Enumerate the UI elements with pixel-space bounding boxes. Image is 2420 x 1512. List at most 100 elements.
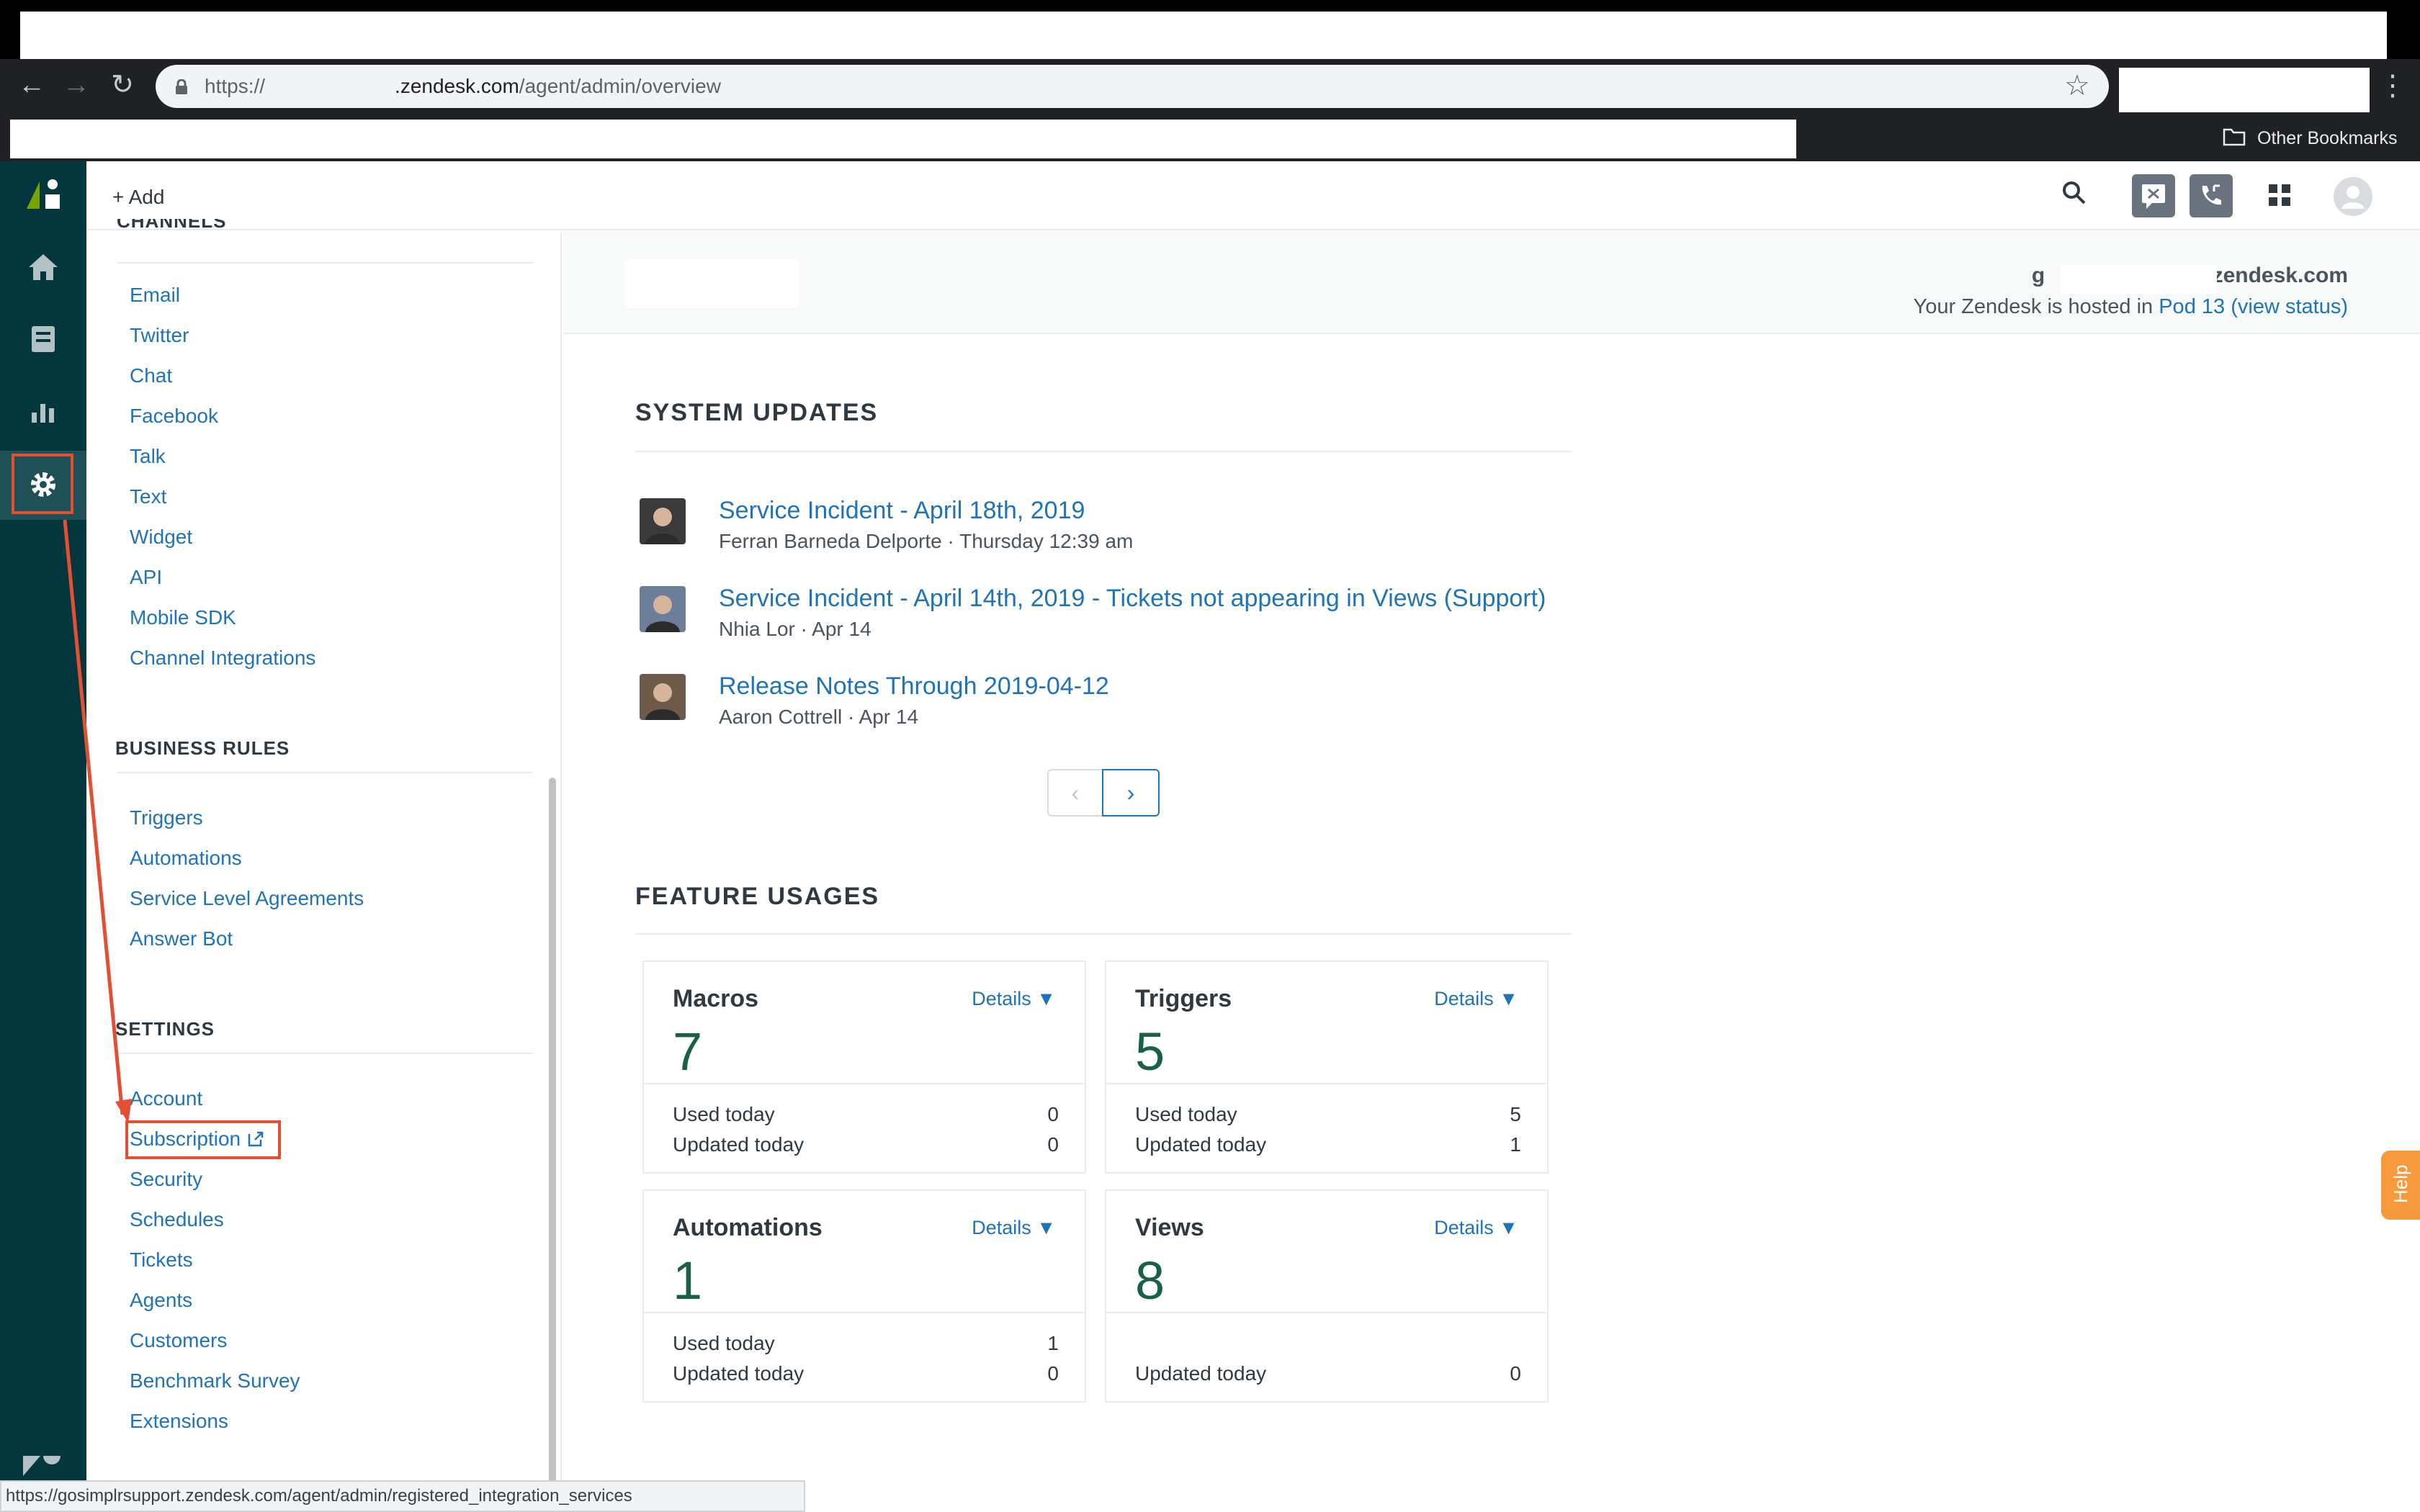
subscription-highlight-box [125,1120,281,1159]
user-icon [2341,186,2365,209]
back-arrow-icon[interactable]: ← [10,63,53,107]
update-title-link[interactable]: Release Notes Through 2019-04-12 [719,672,1109,701]
details-dropdown[interactable]: Details ▼ [972,988,1056,1010]
card-title: Views [1135,1214,1204,1241]
bookmark-star-icon[interactable]: ☆ [2064,69,2090,102]
browser-menu-icon[interactable]: ⋮ [2378,69,2407,102]
system-updates-heading: SYSTEM UPDATES [635,399,879,426]
sidebar-item-automations[interactable]: Automations [130,844,242,873]
views-icon[interactable] [0,307,86,372]
sidebar-item-customers[interactable]: Customers [130,1326,227,1355]
reporting-icon[interactable] [0,379,86,444]
search-icon[interactable] [2060,179,2089,207]
sidebar-item-email[interactable]: Email [130,281,180,310]
sidebar-item-answer-bot[interactable]: Answer Bot [130,924,233,953]
user-avatar[interactable] [2334,177,2372,216]
sidebar-item-schedules[interactable]: Schedules [130,1205,224,1234]
used-today-row: Used today 5 [1135,1103,1521,1126]
update-title-link[interactable]: Service Incident - April 14th, 2019 - Ti… [719,585,1546,613]
card-title: Macros [673,985,759,1012]
view-status-link[interactable]: view status [2238,295,2341,318]
sidebar-item-label: Customers [130,1329,228,1351]
sidebar-item-label: Benchmark Survey [130,1369,300,1392]
sidebar-item-facebook[interactable]: Facebook [130,402,218,431]
details-dropdown[interactable]: Details ▼ [1434,988,1518,1010]
sidebar-item-chat[interactable]: Chat [130,361,172,390]
add-button[interactable]: + Add [112,183,164,212]
details-dropdown[interactable]: Details ▼ [1434,1217,1518,1239]
updated-today-row: Updated today 0 [673,1362,1059,1385]
sidebar-scrollbar[interactable] [549,778,556,1505]
os-menu-bar [0,0,2420,12]
forward-arrow-icon[interactable]: → [55,63,98,107]
domain-redaction [2060,265,2217,294]
details-dropdown[interactable]: Details ▼ [972,1217,1056,1239]
used-today-row: Used today 1 [673,1332,1059,1355]
card-count: 1 [673,1251,703,1310]
sidebar-item-channel-integrations[interactable]: Channel Integrations [130,644,315,672]
sidebar-item-agents[interactable]: Agents [130,1286,192,1315]
card-title: Triggers [1135,985,1232,1012]
lock-icon [176,79,187,94]
sidebar-item-mobile-sdk[interactable]: Mobile SDK [130,603,236,632]
divider [117,262,533,264]
extensions-redacted [2119,68,2370,112]
sidebar-item-extensions[interactable]: Extensions [130,1407,228,1436]
sidebar-item-text[interactable]: Text [130,482,166,511]
account-logo-placeholder [624,259,799,308]
url-text: https://.zendesk.com/agent/admin/overvie… [205,75,721,97]
used-today-value: 0 [1047,1103,1059,1125]
sidebar-item-twitter[interactable]: Twitter [130,321,189,350]
zendesk-logo-icon[interactable] [0,163,86,228]
author-photo-icon [645,595,680,632]
home-icon[interactable] [0,235,86,300]
other-bookmarks[interactable]: Other Bookmarks [2257,120,2398,157]
used-today-row: Used today 0 [673,1103,1059,1126]
channels-heading-cut: CHANNELS [117,219,227,232]
update-title-link[interactable]: Service Incident - April 18th, 2019 [719,497,1085,525]
sidebar-item-security[interactable]: Security [130,1165,202,1194]
sidebar-item-widget[interactable]: Widget [130,523,192,552]
sidebar-item-triggers[interactable]: Triggers [130,804,203,832]
updated-today-value: 1 [1510,1133,1521,1156]
updated-today-label: Updated today [1135,1362,1267,1385]
updated-today-row: Updated today 0 [673,1133,1059,1156]
sidebar-item-label: Agents [130,1289,193,1311]
sidebar-item-benchmark-survey[interactable]: Benchmark Survey [130,1367,300,1395]
divider [644,1312,1085,1313]
author-photo-icon [645,508,680,544]
update-meta: Nhia Lor · Apr 14 [719,618,871,640]
author-photo-icon [645,683,680,720]
used-today-label: Used today [1135,1103,1237,1125]
reload-icon[interactable]: ↻ [101,63,144,107]
updated-today-label: Updated today [673,1362,805,1385]
update-meta: Ferran Barneda Delporte · Thursday 12:39… [719,530,1134,552]
sidebar-item-talk[interactable]: Talk [130,442,166,471]
sidebar-item-account[interactable]: Account [130,1084,202,1113]
pager-prev-button[interactable]: ‹ [1047,769,1103,816]
divider [117,1053,533,1054]
divider [1106,1312,1547,1313]
tab-strip-redacted [20,12,2387,59]
talk-status-button[interactable] [2190,174,2233,217]
admin-highlight-box [12,454,73,514]
updated-today-value: 0 [1047,1133,1059,1156]
author-avatar [640,498,686,544]
divider [635,451,1572,452]
sidebar-item-tickets[interactable]: Tickets [130,1246,193,1274]
pager-next-button[interactable]: › [1102,769,1160,816]
pod-link[interactable]: Pod 13 [2159,295,2225,318]
chat-status-button[interactable] [2132,174,2175,217]
sidebar-item-service-level-agreements[interactable]: Service Level Agreements [130,884,364,913]
used-today-value: 1 [1047,1332,1059,1354]
usage-card-automations: Automations Details ▼ 1 Used today 1 Updated … [642,1189,1086,1403]
author-avatar [640,674,686,720]
divider [644,1083,1085,1084]
sidebar-item-label: Tickets [130,1248,193,1271]
updated-today-row: Updated today 0 [1135,1362,1521,1385]
apps-grid-icon[interactable] [2267,183,2292,207]
usage-card-triggers: Triggers Details ▼ 5 Used today 5 Updated tod… [1105,960,1549,1174]
sidebar-item-label: Extensions [130,1410,228,1432]
help-label[interactable]: Help [2388,1165,2414,1203]
sidebar-item-api[interactable]: API [130,563,162,592]
